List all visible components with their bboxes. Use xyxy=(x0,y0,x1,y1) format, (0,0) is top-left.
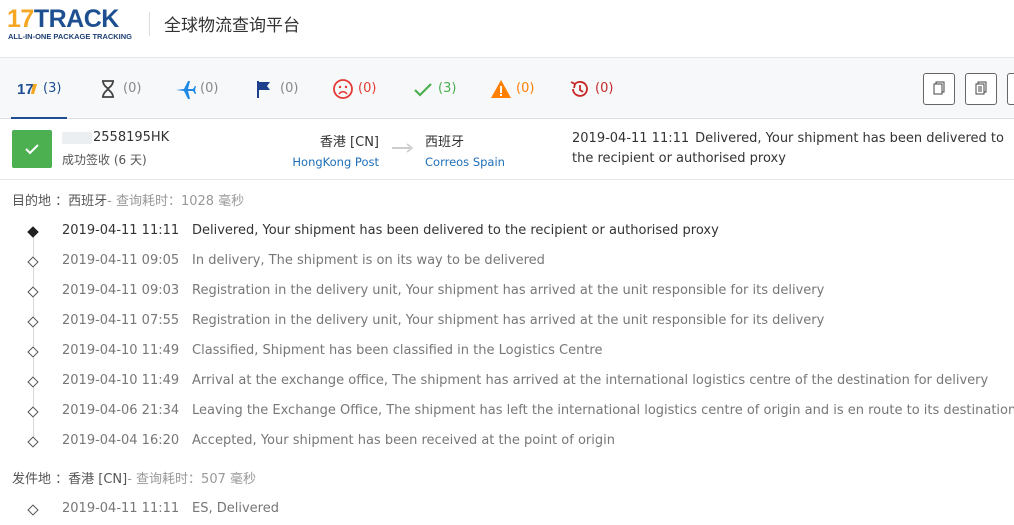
timeline-event: 2019-04-11 11:11 Delivered, Your shipment… xyxy=(0,217,1014,247)
diamond-marker-icon xyxy=(27,504,39,516)
query-time: - 查询耗时：507 毫秒 xyxy=(127,472,256,487)
event-description: ES, Delivered xyxy=(192,501,279,516)
copy-details-icon xyxy=(974,80,988,99)
tab-expired[interactable]: (0) xyxy=(569,58,613,119)
svg-text:17: 17 xyxy=(17,81,34,98)
event-time: 2019-04-10 11:49 xyxy=(62,373,180,388)
hourglass-icon xyxy=(97,78,119,100)
copy-details-button[interactable] xyxy=(965,73,997,105)
timeline-event: 2019-04-06 21:34 Leaving the Exchange Off… xyxy=(0,397,1014,427)
event-description: Accepted, Your shipment has been receive… xyxy=(192,433,615,448)
copy-button[interactable] xyxy=(923,73,955,105)
delivered-status-badge xyxy=(12,130,52,168)
event-description: Delivered, Your shipment has been delive… xyxy=(192,223,719,238)
17track-logo[interactable]: 17TRACK ALL-IN-ONE PACKAGE TRACKING xyxy=(7,6,137,46)
section-label: 目的地 ：西班牙 xyxy=(12,194,108,209)
destination-carrier-link[interactable]: Correos Spain xyxy=(425,155,505,169)
origin-timeline: 2019-04-11 11:11 ES, Delivered xyxy=(0,495,1014,525)
timeline-event: 2019-04-10 11:49 Arrival at the exchange … xyxy=(0,367,1014,397)
tab-count: (0) xyxy=(280,81,299,96)
diamond-marker-icon xyxy=(27,316,39,328)
redacted-prefix xyxy=(62,131,92,144)
app-header: 17TRACK ALL-IN-ONE PACKAGE TRACKING 全球物流… xyxy=(0,0,1014,56)
diamond-marker-icon xyxy=(27,286,39,298)
event-description: In delivery, The shipment is on its way … xyxy=(192,253,545,268)
tab-count: (0) xyxy=(595,81,614,96)
tab-count: (0) xyxy=(516,81,535,96)
diamond-marker-icon xyxy=(27,406,39,418)
diamond-marker-icon xyxy=(27,436,39,448)
event-time: 2019-04-10 11:49 xyxy=(62,343,180,358)
tracking-number[interactable]: 2558195HK xyxy=(62,130,169,145)
timeline-event: 2019-04-11 07:55 Registration in the deli… xyxy=(0,307,1014,337)
logo-tagline: ALL-IN-ONE PACKAGE TRACKING xyxy=(8,32,133,41)
tab-undelivered[interactable]: (0) xyxy=(332,58,376,119)
destination-country: 西班牙 xyxy=(425,135,465,150)
more-button[interactable] xyxy=(1007,73,1014,105)
tab-count: (0) xyxy=(200,81,219,96)
query-time: - 查询耗时：1028 毫秒 xyxy=(107,194,245,209)
event-time: 2019-04-11 09:05 xyxy=(62,253,180,268)
copy-icon xyxy=(932,80,946,99)
tab-pending[interactable]: (0) xyxy=(97,58,141,119)
tab-count: (0) xyxy=(123,81,142,96)
event-description: Leaving the Exchange Office, The shipmen… xyxy=(192,403,1014,418)
event-description: Registration in the delivery unit, Your … xyxy=(192,313,825,328)
event-time: 2019-04-11 11:11 xyxy=(62,223,180,238)
warning-icon xyxy=(490,78,512,100)
diamond-marker-icon xyxy=(27,226,39,238)
timeline-event: 2019-04-11 11:11 ES, Delivered xyxy=(0,495,1014,525)
header-divider xyxy=(149,12,150,36)
history-icon xyxy=(569,78,591,100)
timeline-event: 2019-04-11 09:03 Registration in the deli… xyxy=(0,277,1014,307)
17-logo-icon: 17 xyxy=(17,78,39,100)
tab-count: (3) xyxy=(43,81,62,96)
event-time: 2019-04-11 11:11 xyxy=(62,501,180,516)
diamond-marker-icon xyxy=(27,346,39,358)
destination-section-header: 目的地 ：西班牙- 查询耗时：1028 毫秒 xyxy=(12,190,244,209)
status-filter-tabs: 17 (3) (0) (0) (0) (0) (3) (0) (0) xyxy=(0,57,1014,120)
event-time: 2019-04-04 16:20 xyxy=(62,433,180,448)
tab-in-transit[interactable]: (0) xyxy=(174,58,218,119)
event-time: 2019-04-11 09:03 xyxy=(62,283,180,298)
origin-country: 香港 [CN] xyxy=(319,135,379,150)
section-label: 发件地 ：香港 [CN] xyxy=(12,472,128,487)
timeline-event: 2019-04-11 09:05 In delivery, The shipmen… xyxy=(0,247,1014,277)
route-arrow-icon xyxy=(392,143,414,153)
event-time: 2019-04-11 07:55 xyxy=(62,313,180,328)
page-title: 全球物流查询平台 xyxy=(164,16,300,36)
checkmark-icon xyxy=(412,78,434,100)
status-text: 成功签收 (6 天) xyxy=(62,153,147,167)
event-time: 2019-04-06 21:34 xyxy=(62,403,180,418)
shipment-summary[interactable]: 2558195HK 成功签收 (6 天) 香港 [CN] HongKong Po… xyxy=(0,119,1014,180)
tab-delivered[interactable]: (3) xyxy=(412,58,456,119)
tab-all[interactable]: 17 (3) xyxy=(10,58,68,120)
flag-icon xyxy=(254,78,276,100)
diamond-marker-icon xyxy=(27,256,39,268)
event-description: Arrival at the exchange office, The ship… xyxy=(192,373,989,388)
event-description: Classified, Shipment has been classified… xyxy=(192,343,603,358)
latest-event: 2019-04-11 11:11 Delivered, Your shipment… xyxy=(572,129,1012,169)
tab-alert[interactable]: (0) xyxy=(490,58,534,119)
origin-carrier-link[interactable]: HongKong Post xyxy=(292,155,379,169)
tab-count: (3) xyxy=(438,81,457,96)
logo-wordmark: 17TRACK xyxy=(7,5,119,33)
origin-section-header: 发件地 ：香港 [CN]- 查询耗时：507 毫秒 xyxy=(12,468,256,487)
destination-info: 西班牙 Correos Spain xyxy=(425,131,505,169)
sad-face-icon xyxy=(332,78,354,100)
diamond-marker-icon xyxy=(27,376,39,388)
check-icon xyxy=(25,144,39,155)
latest-event-time: 2019-04-11 11:11 xyxy=(572,131,690,146)
event-description: Registration in the delivery unit, Your … xyxy=(192,283,825,298)
tab-count: (0) xyxy=(358,81,377,96)
destination-timeline: 2019-04-11 11:11 Delivered, Your shipment… xyxy=(0,217,1014,457)
timeline-event: 2019-04-10 11:49 Classified, Shipment has… xyxy=(0,337,1014,367)
tab-pick-up[interactable]: (0) xyxy=(254,58,298,119)
airplane-icon xyxy=(174,78,196,100)
timeline-event: 2019-04-04 16:20 Accepted, Your shipment … xyxy=(0,427,1014,457)
origin-info: 香港 [CN] HongKong Post xyxy=(292,131,379,169)
